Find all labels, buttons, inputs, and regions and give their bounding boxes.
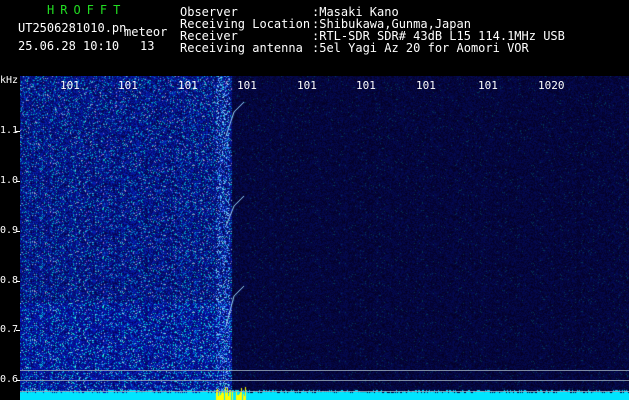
x-tick-label: 101 (60, 79, 80, 92)
x-tick-label: 101 (478, 79, 498, 92)
filename: UT2506281010.pn (18, 21, 127, 35)
header: HROFFT UT2506281010.pn meteor 25.06.28 1… (0, 0, 629, 76)
app-title: HROFFT (47, 3, 127, 17)
mode-label: meteor (124, 25, 168, 39)
y-tick (16, 281, 20, 282)
spectrogram-canvas (20, 76, 629, 400)
x-tick-label: 101 (118, 79, 138, 92)
marker-line (20, 370, 629, 371)
x-tick-label: 1020 (538, 79, 565, 92)
y-axis-unit: kHz (0, 75, 19, 86)
meteor-count: 13 (140, 39, 155, 53)
y-tick (16, 330, 20, 331)
antenna-value: :5el Yagi Az 20 for Aomori VOR (312, 41, 529, 55)
y-tick (16, 131, 20, 132)
y-tick (16, 231, 20, 232)
datetime: 25.06.28 10:10 (18, 39, 120, 53)
x-tick-label: 101 (356, 79, 376, 92)
y-tick (16, 181, 20, 182)
marker-line (20, 380, 629, 381)
marker-line (20, 391, 629, 392)
spectrogram-plot (20, 76, 629, 400)
antenna-label: Receiving antenna (180, 41, 303, 55)
x-tick-label: 101 (178, 79, 198, 92)
x-tick-label: 101 (237, 79, 257, 92)
x-tick-label: 101 (416, 79, 436, 92)
x-tick-label: 101 (297, 79, 317, 92)
